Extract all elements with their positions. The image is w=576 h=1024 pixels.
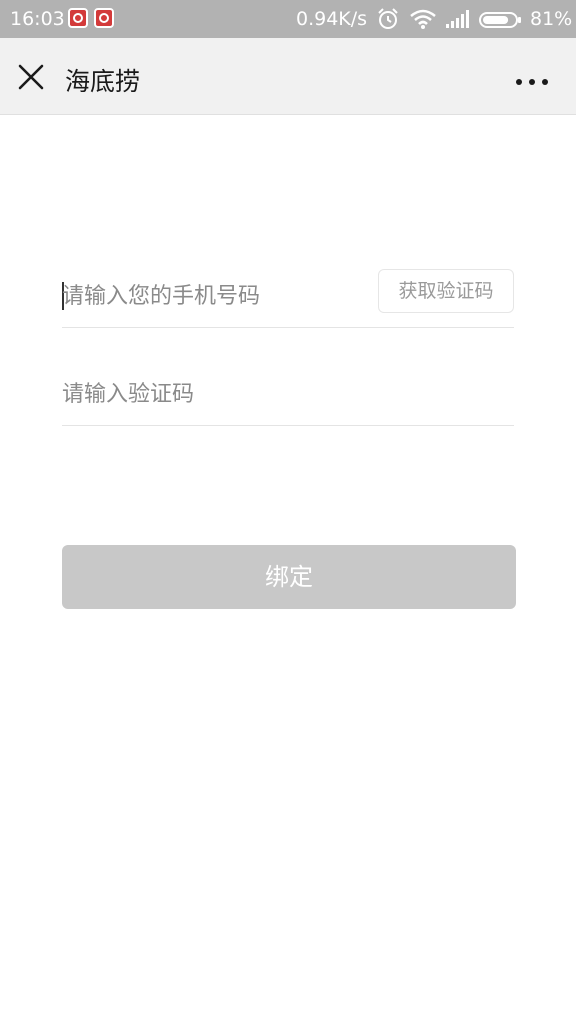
wifi-icon [410,8,436,35]
app-notification-icon [94,8,114,28]
more-options-button[interactable] [514,72,550,85]
close-icon [18,64,44,90]
status-time: 16:03 [10,8,65,30]
battery-icon [479,11,521,28]
signal-icon [446,10,472,33]
phone-input[interactable] [62,279,362,313]
get-code-button[interactable]: 获取验证码 [378,269,514,313]
close-button[interactable] [14,60,48,94]
battery-percent: 81% [530,8,573,30]
network-speed: 0.94K/s [296,8,368,30]
app-header: 海底捞 [0,38,576,115]
status-bar: 16:03 0.94K/s 81% [0,0,576,38]
verification-code-input[interactable] [62,377,502,411]
page-title: 海底捞 [65,67,141,96]
phone-row: 获取验证码 [62,265,514,328]
code-row [62,365,514,426]
more-dots-icon [516,79,548,85]
app-notification-icon [68,8,88,28]
bind-button[interactable]: 绑定 [62,545,516,609]
alarm-icon [376,7,400,36]
